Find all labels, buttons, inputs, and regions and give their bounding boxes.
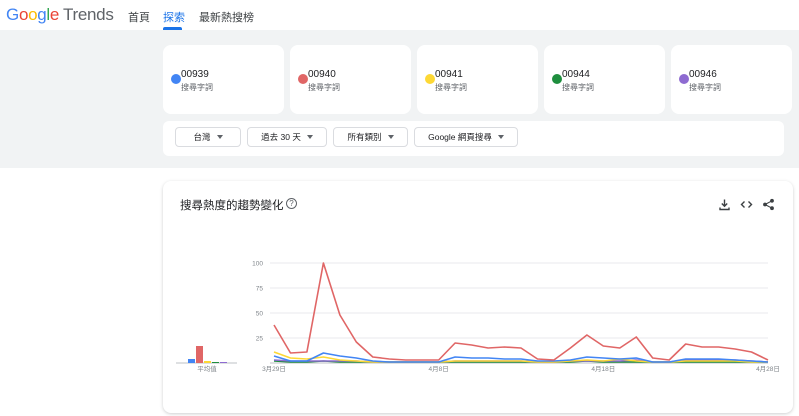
term-name: 00939 (181, 69, 209, 80)
average-bar (204, 361, 211, 363)
y-tick-label: 50 (256, 311, 264, 318)
term-type: 搜尋字詞 (181, 83, 213, 92)
time-range-filter-label: 過去 30 天 (261, 132, 301, 142)
term-card-3[interactable]: 00941 搜尋字詞 (417, 45, 538, 114)
chevron-down-icon (306, 135, 313, 139)
average-bar (188, 359, 195, 363)
term-color-dot (552, 74, 562, 84)
x-tick-label: 4月8日 (429, 365, 449, 373)
term-color-dot (171, 74, 181, 84)
term-name: 00944 (562, 69, 590, 80)
term-card-4[interactable]: 00944 搜尋字詞 (544, 45, 665, 114)
region-filter[interactable]: 台灣 (175, 127, 241, 147)
filter-bar: 台灣 過去 30 天 所有類別 Google 網頁搜尋 (163, 121, 784, 156)
nav-trending-now[interactable]: 最新熱搜榜 (199, 9, 254, 25)
x-tick-label: 4月18日 (591, 365, 615, 373)
active-tab-indicator (163, 27, 182, 30)
term-type: 搜尋字詞 (435, 83, 467, 92)
average-label: 平均值 (197, 364, 217, 373)
chevron-down-icon (387, 135, 394, 139)
term-color-dot (679, 74, 689, 84)
search-type-filter[interactable]: Google 網頁搜尋 (414, 127, 518, 147)
search-type-filter-label: Google 網頁搜尋 (428, 132, 492, 142)
x-tick-label: 3月29日 (262, 365, 286, 373)
y-tick-label: 25 (256, 336, 264, 343)
google-trends-logo[interactable]: Google Trends (6, 5, 114, 25)
series-line (273, 262, 769, 361)
term-name: 00940 (308, 69, 336, 80)
chevron-down-icon (497, 135, 504, 139)
term-color-dot (298, 74, 308, 84)
term-name: 00941 (435, 69, 463, 80)
nav-explore[interactable]: 探索 (163, 9, 185, 25)
chevron-down-icon (216, 135, 223, 139)
term-color-dot (425, 74, 435, 84)
term-type: 搜尋字詞 (689, 83, 721, 92)
term-type: 搜尋字詞 (308, 83, 340, 92)
time-range-filter[interactable]: 過去 30 天 (247, 127, 327, 147)
term-card-1[interactable]: 00939 搜尋字詞 (163, 45, 284, 114)
average-bar (196, 346, 203, 363)
term-card-5[interactable]: 00946 搜尋字詞 (671, 45, 792, 114)
trend-chart: 100 75 50 25 3月29日 4月8日 4月18日 4月28日 平均值 (176, 261, 780, 373)
logo-google-wordmark: Google (6, 5, 60, 24)
average-bar (212, 362, 219, 363)
x-tick-label: 4月28日 (756, 365, 780, 373)
category-filter-label: 所有類別 (347, 132, 382, 142)
term-type: 搜尋字詞 (562, 83, 594, 92)
interest-over-time-card: 搜尋熱度的趨勢變化 ? 100 75 50 25 3月29日 4月8日 4月18日 4月28日… (163, 181, 793, 413)
average-bar (220, 362, 227, 363)
nav-home[interactable]: 首頁 (128, 9, 150, 25)
logo-trends-text: Trends (63, 5, 114, 24)
term-card-2[interactable]: 00940 搜尋字詞 (290, 45, 411, 114)
y-tick-label: 100 (252, 261, 263, 268)
category-filter[interactable]: 所有類別 (333, 127, 408, 147)
y-tick-label: 75 (256, 286, 264, 293)
term-name: 00946 (689, 69, 717, 80)
top-header: Google Trends 首頁 探索 最新熱搜榜 (0, 0, 799, 30)
region-filter-label: 台灣 (193, 132, 211, 142)
